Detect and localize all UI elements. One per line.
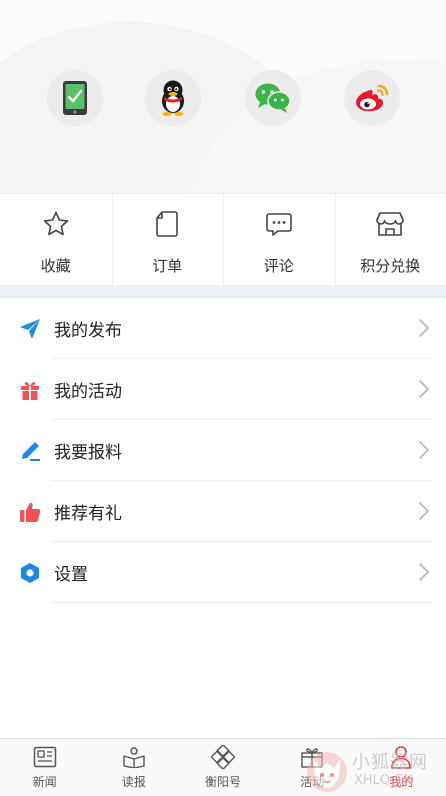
menu-my-activities-label: 我的活动 xyxy=(54,382,122,402)
tab-hengyang-account-label: 衡阳号 xyxy=(205,775,242,789)
menu-referral-reward-label: 推荐有礼 xyxy=(54,504,122,524)
quick-points-exchange-button[interactable]: 积分兑换 xyxy=(334,194,446,285)
store-icon xyxy=(375,209,405,239)
quick-favorites-button[interactable]: 收藏 xyxy=(0,194,112,285)
bottom-tab-bar: 新闻 读报 衡阳号 活动 我的 xyxy=(0,738,446,796)
wechat-login-button[interactable] xyxy=(245,70,301,126)
chevron-right-icon xyxy=(419,502,429,520)
quick-actions: 收藏 订单 评论 积分兑换 xyxy=(0,193,446,285)
section-divider xyxy=(0,285,446,298)
login-header xyxy=(0,0,446,193)
chevron-right-icon xyxy=(419,380,429,398)
qq-login-button[interactable] xyxy=(145,70,201,126)
quick-points-exchange-label: 积分兑换 xyxy=(360,257,421,275)
weibo-icon xyxy=(356,84,389,112)
document-icon xyxy=(152,209,182,239)
user-icon xyxy=(389,745,413,769)
gift-icon xyxy=(19,379,41,401)
phone-login-button[interactable] xyxy=(47,70,103,126)
menu-submit-tip-label: 我要报料 xyxy=(54,443,122,463)
quick-favorites-label: 收藏 xyxy=(40,257,71,275)
star-icon xyxy=(41,209,71,239)
menu-my-posts[interactable]: 我的发布 xyxy=(0,298,446,359)
menu-my-posts-label: 我的发布 xyxy=(54,321,122,341)
quick-orders-button[interactable]: 订单 xyxy=(111,194,224,285)
tab-activities-label: 活动 xyxy=(300,775,325,789)
tab-mine[interactable]: 我的 xyxy=(357,739,446,796)
menu-list: 我的发布 我的活动 我要报料 推荐有礼 设置 xyxy=(0,298,446,603)
menu-referral-reward[interactable]: 推荐有礼 xyxy=(0,481,446,542)
wechat-icon xyxy=(255,83,291,113)
chevron-right-icon xyxy=(419,441,429,459)
tab-newspaper[interactable]: 读报 xyxy=(89,739,178,796)
diamond-icon xyxy=(211,745,235,769)
tab-news[interactable]: 新闻 xyxy=(0,739,89,796)
tab-mine-label: 我的 xyxy=(389,775,414,789)
tab-news-label: 新闻 xyxy=(32,775,57,789)
menu-settings[interactable]: 设置 xyxy=(0,542,446,603)
quick-comments-label: 评论 xyxy=(263,257,294,275)
send-icon xyxy=(19,318,41,340)
news-icon xyxy=(33,745,57,769)
quick-comments-button[interactable]: 评论 xyxy=(223,194,335,285)
pen-icon xyxy=(19,440,41,462)
tab-newspaper-label: 读报 xyxy=(121,775,146,789)
menu-my-activities[interactable]: 我的活动 xyxy=(0,359,446,420)
tab-hengyang-account[interactable]: 衡阳号 xyxy=(178,739,267,796)
weibo-login-button[interactable] xyxy=(344,70,400,126)
menu-submit-tip[interactable]: 我要报料 xyxy=(0,420,446,481)
thumbs-up-icon xyxy=(19,501,41,523)
activity-icon xyxy=(300,745,324,769)
settings-icon xyxy=(19,562,41,584)
qq-icon xyxy=(162,80,184,116)
comment-icon xyxy=(264,209,294,239)
chevron-right-icon xyxy=(419,563,429,581)
phone-icon xyxy=(63,81,87,115)
newspaper-icon xyxy=(122,745,146,769)
tab-activities[interactable]: 活动 xyxy=(268,739,357,796)
chevron-right-icon xyxy=(419,319,429,337)
quick-orders-label: 订单 xyxy=(152,257,183,275)
social-login-row xyxy=(0,70,446,126)
menu-settings-label: 设置 xyxy=(54,565,88,585)
